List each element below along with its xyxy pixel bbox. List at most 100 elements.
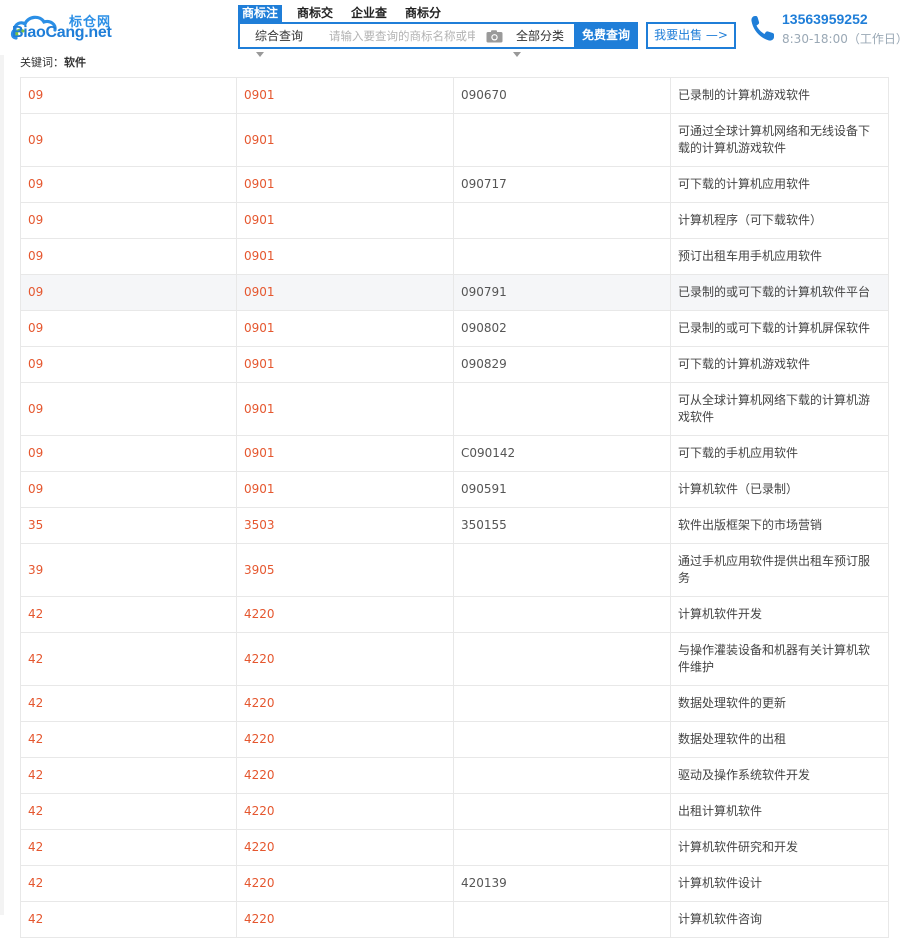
left-margin-strip [0,55,4,915]
code-cell [453,721,671,758]
code-cell [453,685,671,722]
keyword-line: 关键词：软件 [20,54,86,70]
class-cell: 09 [20,166,237,203]
tab-company-search[interactable]: 企业查 [351,5,387,22]
class-cell: 09 [20,238,237,275]
code-cell: 090717 [453,166,671,203]
class-cell: 42 [20,757,237,794]
group-cell: 3905 [236,543,454,597]
table-row[interactable]: 09 0901 090791 已录制的或可下载的计算机软件平台 [20,274,889,311]
group-cell: 4220 [236,632,454,686]
group-cell: 4220 [236,793,454,830]
table-row[interactable]: 42 4220 计算机软件开发 [20,596,889,633]
chevron-down-icon [513,52,521,57]
results-table: 09 0901 090670 已录制的计算机游戏软件 09 0901 可通过全球计算机网络和… [20,77,889,938]
goods-name-cell: 驱动及操作系统软件开发 [670,757,889,794]
goods-name-cell: 可从全球计算机网络下载的计算机游戏软件 [670,382,889,436]
goods-name-cell: 软件出版框架下的市场营销 [670,507,889,544]
code-cell: 090670 [453,77,671,114]
code-cell: 420139 [453,865,671,902]
table-row[interactable]: 42 4220 计算机软件咨询 [20,901,889,938]
goods-name-cell: 计算机软件咨询 [670,901,889,938]
code-cell [453,202,671,239]
goods-name-cell: 已录制的或可下载的计算机软件平台 [670,274,889,311]
camera-icon[interactable] [486,30,503,43]
table-row[interactable]: 09 0901 090670 已录制的计算机游戏软件 [20,77,889,114]
goods-name-cell: 可通过全球计算机网络和无线设备下载的计算机游戏软件 [670,113,889,167]
goods-name-cell: 可下载的计算机应用软件 [670,166,889,203]
table-row[interactable]: 09 0901 C090142 可下载的手机应用软件 [20,435,889,472]
table-row[interactable]: 09 0901 计算机程序（可下载软件） [20,202,889,239]
goods-name-cell: 计算机软件开发 [670,596,889,633]
group-cell: 4220 [236,757,454,794]
class-cell: 42 [20,901,237,938]
group-cell: 4220 [236,685,454,722]
group-cell: 0901 [236,77,454,114]
goods-name-cell: 已录制的或可下载的计算机屏保软件 [670,310,889,347]
code-cell [453,901,671,938]
category-select[interactable]: 全部分类 [506,24,574,47]
tab-trademark-trade[interactable]: 商标交易 [297,5,333,36]
code-cell [453,113,671,167]
table-row[interactable]: 42 4220 420139 计算机软件设计 [20,865,889,902]
goods-name-cell: 数据处理软件的更新 [670,685,889,722]
table-row[interactable]: 39 3905 通过手机应用软件提供出租车预订服务 [20,543,889,597]
class-cell: 09 [20,435,237,472]
code-cell [453,596,671,633]
code-cell [453,793,671,830]
group-cell: 0901 [236,238,454,275]
goods-name-cell: 数据处理软件的出租 [670,721,889,758]
site-logo[interactable]: 标仓网 BiaoCang.net [10,8,120,46]
class-cell: 42 [20,632,237,686]
goods-name-cell: 出租计算机软件 [670,793,889,830]
table-row[interactable]: 09 0901 090717 可下载的计算机应用软件 [20,166,889,203]
table-row[interactable]: 35 3503 350155 软件出版框架下的市场营销 [20,507,889,544]
class-cell: 35 [20,507,237,544]
class-cell: 42 [20,685,237,722]
group-cell: 4220 [236,721,454,758]
search-input[interactable] [320,24,475,47]
table-row[interactable]: 42 4220 计算机软件研究和开发 [20,829,889,866]
group-cell: 4220 [236,596,454,633]
search-type-select[interactable]: 综合查询 [240,24,318,47]
table-row[interactable]: 42 4220 与操作灌装设备和机器有关计算机软件维护 [20,632,889,686]
goods-name-cell: 与操作灌装设备和机器有关计算机软件维护 [670,632,889,686]
group-cell: 0901 [236,310,454,347]
code-cell: 090829 [453,346,671,383]
table-row[interactable]: 42 4220 驱动及操作系统软件开发 [20,757,889,794]
table-row[interactable]: 42 4220 数据处理软件的更新 [20,685,889,722]
class-cell: 09 [20,471,237,508]
group-cell: 4220 [236,901,454,938]
keyword-value: 软件 [64,56,86,69]
code-cell [453,829,671,866]
table-row[interactable]: 42 4220 数据处理软件的出租 [20,721,889,758]
code-cell: 090802 [453,310,671,347]
class-cell: 42 [20,829,237,866]
goods-name-cell: 计算机软件设计 [670,865,889,902]
free-search-button[interactable]: 免费查询 [574,24,638,47]
site-header: 标仓网 BiaoCang.net 商标注 商标交易 企业查 商标分 综合查询 全… [0,0,902,57]
class-cell: 09 [20,77,237,114]
tab-trademark-class[interactable]: 商标分 [405,5,441,22]
goods-name-cell: 预订出租车用手机应用软件 [670,238,889,275]
class-cell: 09 [20,274,237,311]
phone-icon [751,16,774,41]
keyword-label: 关键词： [20,56,64,69]
table-row[interactable]: 09 0901 可从全球计算机网络下载的计算机游戏软件 [20,382,889,436]
table-row[interactable]: 09 0901 090829 可下载的计算机游戏软件 [20,346,889,383]
table-row[interactable]: 42 4220 出租计算机软件 [20,793,889,830]
class-cell: 42 [20,721,237,758]
table-row[interactable]: 09 0901 预订出租车用手机应用软件 [20,238,889,275]
class-cell: 09 [20,382,237,436]
code-cell [453,757,671,794]
sell-button[interactable]: 我要出售 —> [646,22,736,49]
class-cell: 42 [20,793,237,830]
table-row[interactable]: 09 0901 090591 计算机软件（已录制） [20,471,889,508]
group-cell: 0901 [236,346,454,383]
table-row[interactable]: 09 0901 090802 已录制的或可下载的计算机屏保软件 [20,310,889,347]
goods-name-cell: 已录制的计算机游戏软件 [670,77,889,114]
group-cell: 0901 [236,113,454,167]
tab-trademark-register[interactable]: 商标注 [238,5,283,22]
group-cell: 3503 [236,507,454,544]
table-row[interactable]: 09 0901 可通过全球计算机网络和无线设备下载的计算机游戏软件 [20,113,889,167]
